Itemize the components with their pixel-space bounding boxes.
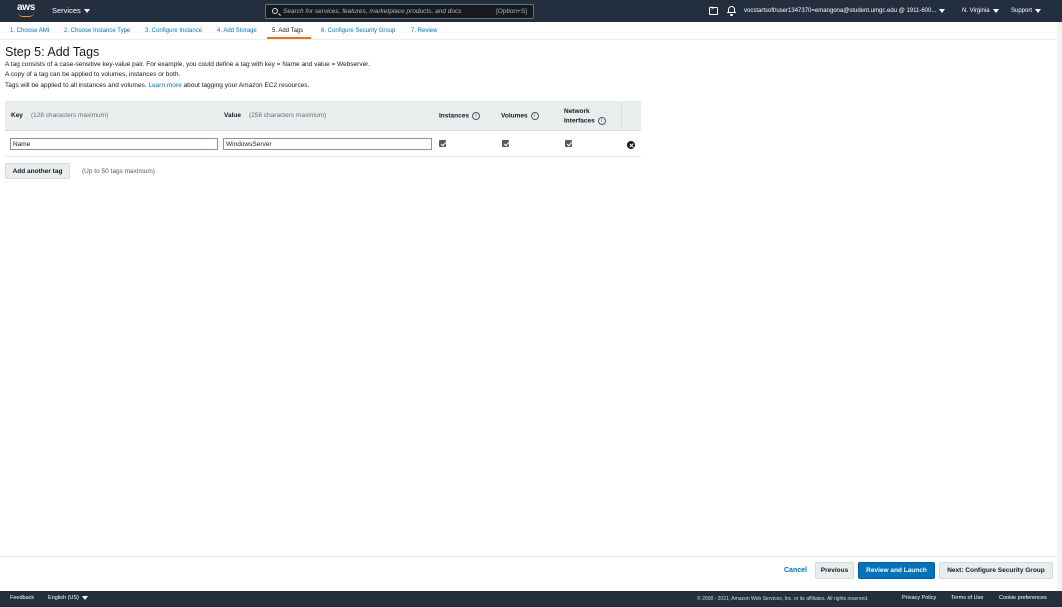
next-configure-security-group-button[interactable]: Next: Configure Security Group xyxy=(939,562,1053,579)
learn-more-link[interactable]: Learn more xyxy=(148,82,181,89)
tab-add-storage[interactable]: 4. Add Storage xyxy=(217,28,257,34)
services-label: Services xyxy=(52,6,81,15)
search-shortcut: [Option+S] xyxy=(496,8,527,15)
info-icon[interactable]: i xyxy=(530,112,539,120)
tab-configure-security-group[interactable]: 6. Configure Security Group xyxy=(321,28,395,34)
description-text-end: about tagging your Amazon EC2 resources. xyxy=(183,82,310,89)
volumes-column-header: Volumes i xyxy=(501,112,539,120)
account-menu[interactable]: vocstartsoft/user1347370=emangona@studen… xyxy=(744,0,946,22)
cookie-preferences-link[interactable]: Cookie preferences xyxy=(999,595,1047,601)
key-hint: (128 characters maximum) xyxy=(30,112,109,119)
tab-configure-instance[interactable]: 3. Configure Instance xyxy=(145,28,202,34)
search-input[interactable] xyxy=(283,6,483,17)
active-tab-indicator xyxy=(267,37,311,39)
network-interfaces-checkbox[interactable] xyxy=(565,140,572,147)
caret-down-icon xyxy=(83,8,90,13)
copyright-text: © 2008 - 2021, Amazon Web Services, Inc.… xyxy=(697,596,869,602)
instances-column-header: Instances i xyxy=(439,112,480,120)
description-line-1: A tag consists of a case-sensitive key-v… xyxy=(5,61,370,68)
info-icon[interactable]: i xyxy=(472,112,480,120)
aws-logo[interactable]: aws xyxy=(17,3,37,19)
tag-limit-text: (Up to 50 tags maximum) xyxy=(82,168,155,175)
cloudshell-icon[interactable] xyxy=(709,6,718,15)
add-another-tag-button[interactable]: Add another tag xyxy=(5,163,70,179)
tab-choose-instance-type[interactable]: 2. Choose Instance Type xyxy=(64,28,130,34)
region-menu[interactable]: N. Virginia xyxy=(962,0,999,22)
services-menu[interactable]: Services xyxy=(52,6,90,15)
privacy-policy-link[interactable]: Privacy Policy xyxy=(902,595,936,601)
description-text: Tags will be applied to all instances an… xyxy=(5,82,147,89)
language-selector[interactable]: English (US) xyxy=(48,595,89,601)
key-column-header: Key (128 characters maximum) xyxy=(11,112,109,119)
cancel-button[interactable]: Cancel xyxy=(784,567,807,574)
tab-add-tags[interactable]: 5. Add Tags xyxy=(272,28,303,34)
description-line-3: Tags will be applied to all instances an… xyxy=(5,82,309,89)
caret-down-icon xyxy=(82,595,89,600)
review-and-launch-button[interactable]: Review and Launch xyxy=(858,562,935,579)
network-interfaces-header-line1: Network xyxy=(564,108,590,115)
tab-review[interactable]: 7. Review xyxy=(411,28,437,34)
tag-value-input[interactable] xyxy=(223,138,432,150)
support-label: Support xyxy=(1011,8,1033,14)
remove-tag-icon[interactable] xyxy=(627,141,635,149)
page-title: Step 5: Add Tags xyxy=(5,45,100,59)
value-column-header: Value (256 characters maximum) xyxy=(224,112,327,119)
tab-choose-ami[interactable]: 1. Choose AMI xyxy=(10,28,49,34)
aws-smile-icon xyxy=(18,12,34,17)
feedback-link[interactable]: Feedback xyxy=(10,595,34,601)
aws-logo-text: aws xyxy=(17,2,36,13)
account-label: vocstartsoft/user1347370=emangona@studen… xyxy=(744,8,937,14)
search-box[interactable]: [Option+S] xyxy=(265,4,534,19)
wizard-tabs: 1. Choose AMI 2. Choose Instance Type 3.… xyxy=(0,22,1062,40)
terms-of-use-link[interactable]: Terms of Use xyxy=(951,595,983,601)
top-nav-bar: aws Services [Option+S] vocstartsoft/use… xyxy=(0,0,1062,22)
support-menu[interactable]: Support xyxy=(1011,0,1042,22)
previous-button[interactable]: Previous xyxy=(815,562,854,579)
info-icon[interactable]: i xyxy=(597,117,606,125)
description-line-2: A copy of a tag can be applied to volume… xyxy=(5,71,181,78)
scrollbar[interactable] xyxy=(1057,22,1062,591)
footer: Feedback English (US) © 2008 - 2021, Ama… xyxy=(0,591,1062,607)
instances-checkbox[interactable] xyxy=(439,140,446,147)
region-label: N. Virginia xyxy=(962,8,990,14)
value-hint: (256 characters maximum) xyxy=(248,112,327,119)
network-interfaces-header-line2: Interfaces i xyxy=(564,117,606,125)
bell-icon[interactable] xyxy=(727,6,736,16)
caret-down-icon xyxy=(1035,9,1042,13)
caret-down-icon xyxy=(939,9,946,13)
volumes-checkbox[interactable] xyxy=(502,140,509,147)
tag-key-input[interactable] xyxy=(10,138,218,150)
search-icon xyxy=(272,8,278,14)
caret-down-icon xyxy=(992,9,999,13)
column-divider xyxy=(621,103,622,127)
